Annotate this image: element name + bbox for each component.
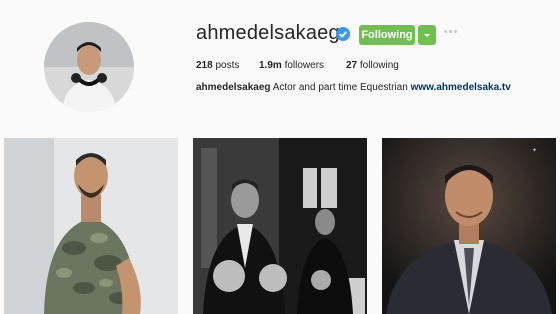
following-label: following (359, 60, 399, 71)
profile-bio: ahmedelsakaeg Actor and part time Equest… (196, 82, 511, 93)
post-thumbnail-1[interactable] (4, 138, 178, 314)
profile-username: ahmedelsakaeg (196, 22, 340, 44)
profile-avatar[interactable] (44, 22, 134, 112)
posts-count: 218 (196, 60, 213, 71)
photo-man-camo-shirt-icon (4, 138, 178, 314)
following-button[interactable]: Following (359, 25, 415, 45)
post-thumbnail-3[interactable]: ✦ (382, 138, 556, 314)
photo-award-ceremony-bw-icon (193, 138, 367, 314)
more-dots-icon (444, 30, 447, 33)
bio-name: ahmedelsakaeg (196, 82, 271, 93)
chevron-down-icon (424, 34, 430, 37)
bio-link[interactable]: www.ahmedelsaka.tv (411, 82, 511, 93)
followers-stat[interactable]: 1.9m followers (259, 60, 324, 71)
posts-stat: 218 posts (196, 60, 239, 71)
following-count: 27 (346, 60, 358, 71)
followers-count: 1.9m (259, 60, 282, 71)
bio-text: Actor and part time Equestrian (272, 82, 408, 93)
svg-text:✦: ✦ (532, 147, 537, 154)
more-dots-icon (449, 30, 452, 33)
more-options-button[interactable] (444, 30, 460, 38)
verified-badge-icon (336, 27, 350, 41)
followers-label: followers (284, 60, 325, 71)
post-thumbnail-2[interactable] (193, 138, 367, 314)
posts-label: posts (215, 60, 240, 71)
photo-portrait-suit-icon: ✦ (382, 138, 556, 314)
following-stat[interactable]: 27 following (346, 60, 399, 71)
more-dots-icon (454, 30, 457, 33)
follow-dropdown-button[interactable] (418, 25, 436, 45)
